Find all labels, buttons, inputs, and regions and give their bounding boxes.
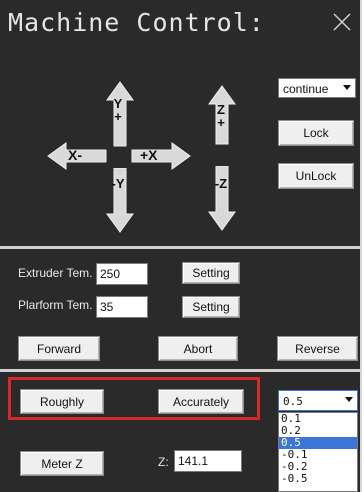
window-title: Machine Control: bbox=[8, 8, 265, 37]
reverse-button[interactable]: Reverse bbox=[277, 336, 358, 361]
x-minus-label: X- bbox=[68, 147, 82, 163]
z-minus-label: -Z bbox=[214, 176, 228, 191]
y-minus-label: -Y bbox=[111, 176, 125, 191]
jog-mode-select[interactable]: continue bbox=[278, 78, 356, 98]
close-icon[interactable] bbox=[332, 12, 352, 32]
accurately-button[interactable]: Accurately bbox=[158, 389, 244, 414]
step-size-select[interactable]: 0.5 bbox=[278, 390, 358, 411]
roughly-button[interactable]: Roughly bbox=[20, 389, 104, 414]
x-plus-label: +X bbox=[140, 147, 158, 163]
step-size-value: 0.5 bbox=[283, 395, 303, 408]
z-plus-label: Z+ bbox=[217, 102, 225, 130]
divider bbox=[0, 246, 362, 249]
step-size-options-list[interactable]: 0.1 0.2 0.5 -0.1 -0.2 -0.5 bbox=[278, 412, 358, 492]
z-value-label: Z: bbox=[158, 455, 169, 469]
extruder-setting-button[interactable]: Setting bbox=[182, 262, 240, 284]
chevron-down-icon bbox=[345, 397, 353, 402]
lock-button[interactable]: Lock bbox=[278, 120, 354, 146]
z-value-field[interactable]: 141.1 bbox=[174, 450, 242, 472]
extruder-temp-label: Extruder Tem. bbox=[18, 266, 93, 280]
jog-mode-value: continue bbox=[283, 82, 329, 96]
extruder-temp-input[interactable]: 250 bbox=[96, 263, 148, 285]
step-option[interactable]: -0.5 bbox=[279, 473, 357, 485]
y-plus-label: Y+ bbox=[113, 96, 123, 124]
unlock-button[interactable]: UnLock bbox=[278, 163, 354, 189]
platform-temp-input[interactable]: 35 bbox=[96, 296, 148, 318]
forward-button[interactable]: Forward bbox=[18, 336, 100, 361]
machine-control-panel: Machine Control: Y+ -Y X- +X Z+ -Z conti… bbox=[0, 0, 362, 492]
platform-setting-button[interactable]: Setting bbox=[182, 296, 240, 318]
platform-temp-label: Plarform Tem. bbox=[18, 298, 93, 312]
meter-z-button[interactable]: Meter Z bbox=[20, 451, 104, 476]
abort-button[interactable]: Abort bbox=[158, 336, 238, 361]
divider bbox=[0, 369, 362, 372]
chevron-down-icon bbox=[343, 85, 351, 90]
